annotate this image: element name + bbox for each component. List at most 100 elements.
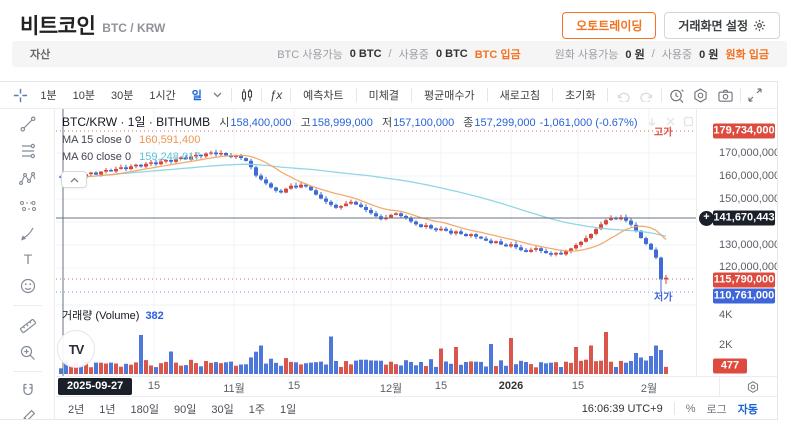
chart-settings-button[interactable]: [689, 85, 713, 105]
legend-symbol: BTC/KRW · 1일 · BITHUMB: [62, 115, 210, 129]
asset-label: 자산: [30, 46, 50, 62]
emoji-tool[interactable]: [17, 275, 39, 297]
text-tool[interactable]: T: [17, 248, 39, 270]
brush-tool[interactable]: [17, 222, 39, 244]
legend-ohlc-row: BTC/KRW · 1일 · BITHUMB 시158,400,000 고158…: [62, 114, 638, 132]
time-tick: 15: [572, 380, 584, 392]
btc-inuse-label: 사용중: [399, 46, 429, 62]
legend-close-value: 157,299,000: [474, 117, 535, 129]
chart-plot-area[interactable]: BTC/KRW · 1일 · BITHUMB 시158,400,000 고158…: [56, 109, 778, 376]
legend-ma60-value: 159,248,017: [139, 151, 200, 163]
legend-close-label: 종: [463, 117, 473, 129]
range-bar: 2년 1년 180일 90일 30일 1주 1일 16:06:39 UTC+9 % 로그 자…: [56, 396, 778, 420]
gear-icon: [753, 19, 766, 32]
time-tick: 11월: [223, 380, 245, 396]
clock-utc[interactable]: 16:06:39 UTC+9: [582, 403, 663, 415]
range-2년[interactable]: 2년: [68, 401, 84, 417]
legend-ma15-value: 160,591,400: [139, 134, 200, 146]
volume-label: 거래량 (Volume): [62, 310, 139, 322]
indicators-fx-button[interactable]: ƒx: [264, 85, 288, 105]
legend-ma15-row: MA 15 close 0 160,591,400: [62, 132, 638, 149]
krw-slash: /: [652, 48, 655, 60]
krw-inuse-label: 사용중: [662, 46, 692, 62]
price-axis-label: 4K: [719, 309, 732, 321]
fullscreen-button[interactable]: [743, 85, 767, 105]
time-tick: 12월: [380, 380, 402, 396]
pane-maximize-icon[interactable]: [683, 116, 694, 128]
legend-open-label: 시: [219, 117, 229, 129]
toolbar-button[interactable]: 미체결: [359, 87, 409, 103]
pencil-tool[interactable]: [17, 406, 39, 420]
legend-high-label: 고: [301, 117, 311, 129]
btc-available-value: 0 BTC: [350, 48, 382, 60]
toolbar-button[interactable]: 초기화: [555, 87, 605, 103]
collapse-chevron-button[interactable]: [61, 171, 87, 188]
timeframe-1시간[interactable]: 1시간: [141, 87, 183, 103]
zoom-in-tool[interactable]: [17, 342, 39, 364]
range-30일[interactable]: 30일: [211, 401, 233, 417]
range-1년[interactable]: 1년: [99, 401, 115, 417]
candle-style-button[interactable]: [234, 85, 258, 105]
autotrading-button[interactable]: 오토트레이딩: [562, 12, 656, 39]
krw-available-label: 원화 사용가능: [555, 46, 619, 62]
timeframe-group: 1분10분30분1시간일: [32, 87, 204, 103]
range-1주[interactable]: 1주: [249, 401, 265, 417]
btc-deposit-link[interactable]: BTC 입금: [475, 46, 521, 62]
ruler-tool[interactable]: [17, 315, 39, 337]
toolbar-button[interactable]: 평균매수가: [414, 87, 485, 103]
redo-icon[interactable]: [635, 85, 659, 105]
krw-deposit-link[interactable]: 원화 입금: [725, 46, 769, 62]
price-axis-box: 115,790,000: [713, 273, 775, 288]
price-axis-label: 170,000,000: [719, 147, 778, 159]
price-axis-box: 477: [713, 359, 747, 374]
price-axis-label: 2K: [719, 339, 732, 351]
price-axis-label: 160,000,000: [719, 170, 778, 182]
percent-scale-button[interactable]: %: [686, 403, 696, 415]
legend-high-value: 158,999,000: [312, 117, 373, 129]
screen-settings-button[interactable]: 거래화면 설정: [664, 12, 780, 39]
chart-legend: BTC/KRW · 1일 · BITHUMB 시158,400,000 고158…: [62, 114, 638, 166]
magnet-tool[interactable]: [17, 380, 39, 402]
snapshot-camera-button[interactable]: [713, 85, 737, 105]
fib-retracement-tool[interactable]: [17, 140, 39, 162]
legend-open-value: 158,400,000: [230, 117, 291, 129]
price-axis-box: 179,734,000: [713, 124, 775, 139]
range-buttons: 2년 1년 180일 90일 30일 1주 1일: [68, 401, 311, 417]
krw-balance-group: 원화 사용가능 0 원 / 사용중 0 원 원화 입금: [555, 46, 769, 62]
timeframe-1분[interactable]: 1분: [32, 87, 64, 103]
price-axis-label: 150,000,000: [719, 193, 778, 205]
log-scale-button[interactable]: 로그: [707, 401, 727, 417]
timeframe-10분[interactable]: 10분: [65, 87, 103, 103]
chevron-down-icon[interactable]: [205, 85, 229, 105]
range-1일[interactable]: 1일: [280, 401, 296, 417]
volume-legend: 거래량 (Volume)382: [62, 307, 164, 323]
krw-available-value: 0 원: [625, 46, 644, 62]
undo-icon[interactable]: [610, 85, 634, 105]
toolbar-button[interactable]: 새로고침: [490, 87, 550, 103]
auto-scale-button[interactable]: 자동: [738, 401, 758, 417]
price-axis[interactable]: 179,734,000 170,000,000 160,000,000 150,000…: [696, 109, 778, 376]
projection-tool[interactable]: [17, 195, 39, 217]
tradingview-logo[interactable]: TV: [57, 330, 95, 368]
crosshair-date-box: 2025-09-27: [58, 378, 132, 395]
xabcd-pattern-tool[interactable]: [17, 168, 39, 190]
range-90일[interactable]: 90일: [174, 401, 196, 417]
time-tick: 15: [288, 380, 300, 392]
crosshair-mode-button[interactable]: [8, 85, 32, 105]
trend-line-tool[interactable]: [17, 113, 39, 135]
toolbar-button[interactable]: 예측차트: [293, 87, 353, 103]
legend-change-value: -1,061,000 (-0.67%): [540, 117, 638, 129]
timeframe-30분[interactable]: 30분: [103, 87, 141, 103]
range-180일[interactable]: 180일: [131, 401, 159, 417]
asset-bar: 자산 BTC 사용가능 0 BTC / 사용중 0 BTC BTC 입금 원화 …: [12, 41, 787, 67]
crosshair-plus-icon[interactable]: +: [699, 211, 714, 226]
time-axis-gear-icon[interactable]: [746, 380, 760, 394]
price-axis-box: 110,761,000: [713, 289, 775, 304]
timeframe-일[interactable]: 일: [184, 87, 205, 103]
price-axis-label: 120,000,000: [719, 261, 778, 273]
coin-title: 비트코인: [20, 10, 95, 40]
low-price-tag: 저가: [654, 289, 672, 304]
alert-clock-button[interactable]: [664, 85, 688, 105]
screen-settings-label: 거래화면 설정: [678, 17, 748, 34]
time-axis[interactable]: 2025-09-27 1511월1512월152026152월: [56, 376, 778, 396]
